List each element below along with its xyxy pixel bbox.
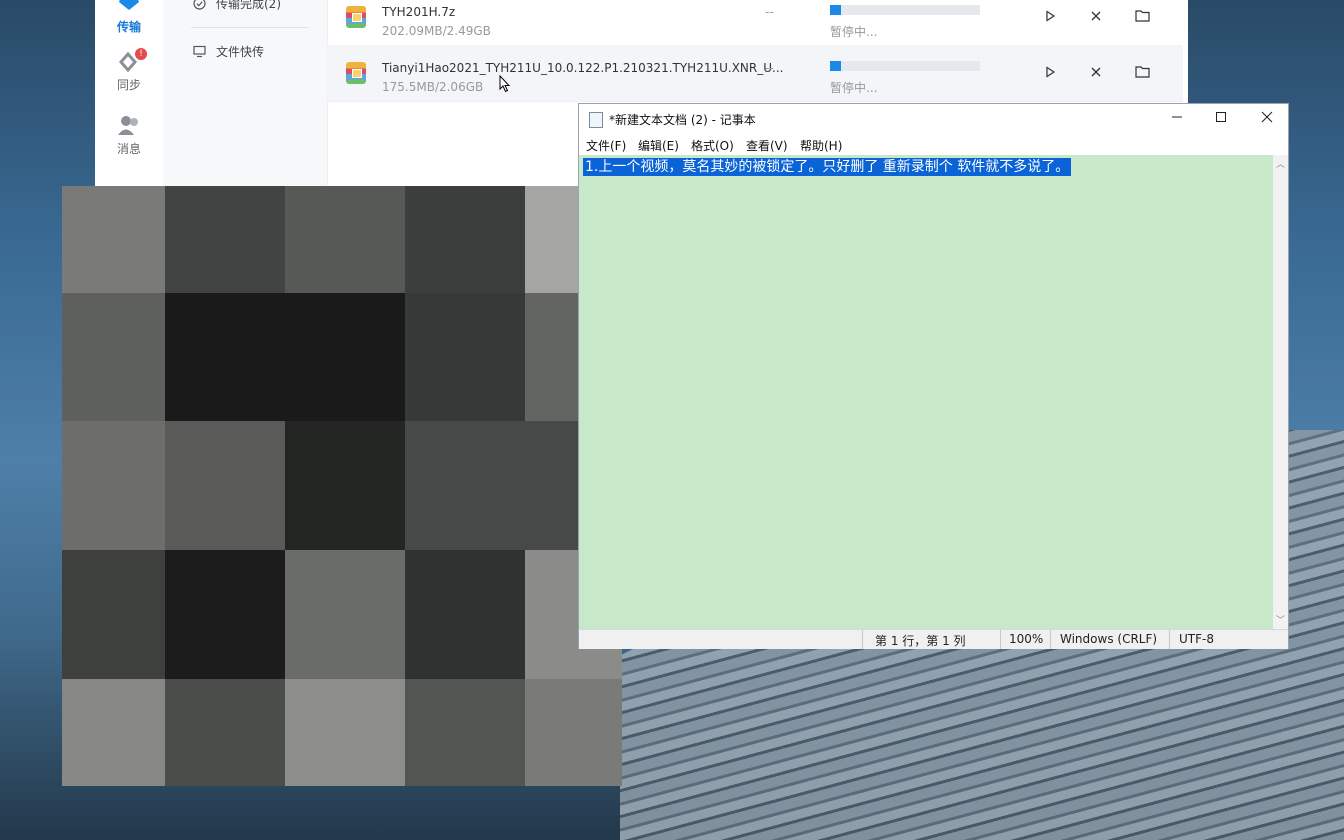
rail-label-transfer: 传输 bbox=[116, 20, 141, 34]
menu-format[interactable]: 格式(O) bbox=[691, 137, 734, 154]
progress-bar bbox=[830, 5, 980, 15]
subnav-completed-label: 传输完成(2) bbox=[216, 0, 281, 11]
maximize-button[interactable] bbox=[1206, 108, 1236, 130]
file-name: Tianyi1Hao2021_TYH211U_10.0.122.P1.21032… bbox=[382, 61, 784, 75]
transfer-icon bbox=[119, 0, 139, 10]
zoom-level: 100% bbox=[1009, 632, 1044, 646]
pixelated-mosaic-overlay bbox=[62, 186, 622, 786]
selected-text: 1.上一个视频，莫名其妙的被锁定了。只好删了 重新录制个 软件就不多说了。 bbox=[583, 158, 1072, 176]
menu-file[interactable]: 文件(F) bbox=[586, 137, 626, 154]
status-divider bbox=[1169, 630, 1170, 649]
transfer-subnav: 传输完成(2) 文件快传 bbox=[163, 0, 328, 186]
file-size: 175.5MB/2.06GB bbox=[382, 80, 484, 94]
subnav-divider bbox=[191, 27, 309, 28]
subnav-completed[interactable]: 传输完成(2) bbox=[193, 0, 281, 12]
play-icon bbox=[1046, 10, 1056, 22]
open-folder-button[interactable] bbox=[1133, 8, 1151, 26]
close-icon bbox=[1261, 111, 1273, 123]
line-ending: Windows (CRLF) bbox=[1060, 632, 1158, 646]
rail-item-sync[interactable]: ! 同步 bbox=[95, 48, 163, 93]
status-divider bbox=[862, 630, 863, 649]
folder-icon bbox=[1134, 66, 1150, 78]
file-name: TYH201H.7z bbox=[382, 5, 456, 19]
notepad-document-icon bbox=[589, 112, 603, 128]
sync-badge: ! bbox=[135, 48, 147, 60]
archive-file-icon bbox=[346, 62, 366, 84]
minimize-icon bbox=[1172, 116, 1182, 118]
menu-edit[interactable]: 编辑(E) bbox=[638, 137, 679, 154]
folder-icon bbox=[1134, 10, 1150, 22]
play-icon bbox=[1046, 66, 1056, 78]
cancel-button[interactable] bbox=[1087, 8, 1105, 26]
maximize-icon bbox=[1216, 112, 1226, 122]
status-divider bbox=[1050, 630, 1051, 649]
left-rail: 传输 ! 同步 消息 bbox=[95, 0, 164, 186]
subnav-quick-transfer[interactable]: 文件快传 bbox=[193, 43, 264, 60]
notepad-title-bar[interactable]: *新建文本文档 (2) - 记事本 bbox=[579, 104, 1288, 134]
notepad-text-area[interactable]: 1.上一个视频，莫名其妙的被锁定了。只好删了 重新录制个 软件就不多说了。 bbox=[579, 155, 1273, 629]
message-icon bbox=[118, 116, 138, 135]
transfer-speed: -- bbox=[765, 61, 774, 75]
scroll-up-icon[interactable]: ︿ bbox=[1276, 157, 1285, 170]
table-row[interactable]: TYH201H.7z 202.09MB/2.49GB -- 暂停中... bbox=[327, 0, 1183, 46]
cursor-position: 第 1 行，第 1 列 bbox=[875, 634, 966, 648]
subnav-quick-transfer-label: 文件快传 bbox=[216, 45, 265, 59]
vertical-scrollbar[interactable]: ︿ ﹀ bbox=[1273, 155, 1288, 629]
archive-file-icon bbox=[346, 6, 366, 28]
rail-item-transfer[interactable]: 传输 bbox=[95, 0, 163, 35]
rail-item-message[interactable]: 消息 bbox=[95, 114, 163, 157]
scroll-down-icon[interactable]: ﹀ bbox=[1276, 613, 1285, 626]
resume-button[interactable] bbox=[1041, 8, 1059, 26]
encoding: UTF-8 bbox=[1179, 632, 1214, 646]
open-folder-button[interactable] bbox=[1133, 64, 1151, 82]
transfer-status: 暂停中... bbox=[830, 25, 878, 39]
rail-label-message: 消息 bbox=[116, 142, 141, 156]
rail-label-sync: 同步 bbox=[116, 78, 141, 92]
menu-help[interactable]: 帮助(H) bbox=[800, 137, 842, 154]
notepad-menu-bar: 文件(F) 编辑(E) 格式(O) 查看(V) 帮助(H) bbox=[579, 134, 1288, 155]
progress-fill bbox=[830, 61, 841, 71]
monitor-icon bbox=[193, 45, 206, 58]
notepad-title: *新建文本文档 (2) - 记事本 bbox=[609, 113, 756, 127]
notepad-status-bar: 第 1 行，第 1 列 100% Windows (CRLF) UTF-8 bbox=[579, 629, 1288, 649]
cancel-button[interactable] bbox=[1087, 64, 1105, 82]
resume-button[interactable] bbox=[1041, 64, 1059, 82]
notepad-window: *新建文本文档 (2) - 记事本 文件(F) 编辑(E) 格式(O) 查看(V… bbox=[578, 103, 1289, 649]
close-window-button[interactable] bbox=[1252, 108, 1282, 130]
menu-view[interactable]: 查看(V) bbox=[746, 137, 788, 154]
minimize-button[interactable] bbox=[1162, 108, 1192, 130]
transfer-speed: -- bbox=[765, 5, 774, 19]
check-circle-icon bbox=[193, 0, 206, 10]
close-icon bbox=[1091, 11, 1101, 21]
transfer-status: 暂停中... bbox=[830, 81, 878, 95]
status-divider bbox=[1000, 630, 1001, 649]
mouse-cursor-icon bbox=[499, 75, 511, 93]
table-row[interactable]: Tianyi1Hao2021_TYH211U_10.0.122.P1.21032… bbox=[327, 45, 1183, 102]
progress-fill bbox=[830, 5, 841, 15]
progress-bar bbox=[830, 61, 980, 71]
file-size: 202.09MB/2.49GB bbox=[382, 24, 491, 38]
close-icon bbox=[1091, 67, 1101, 77]
